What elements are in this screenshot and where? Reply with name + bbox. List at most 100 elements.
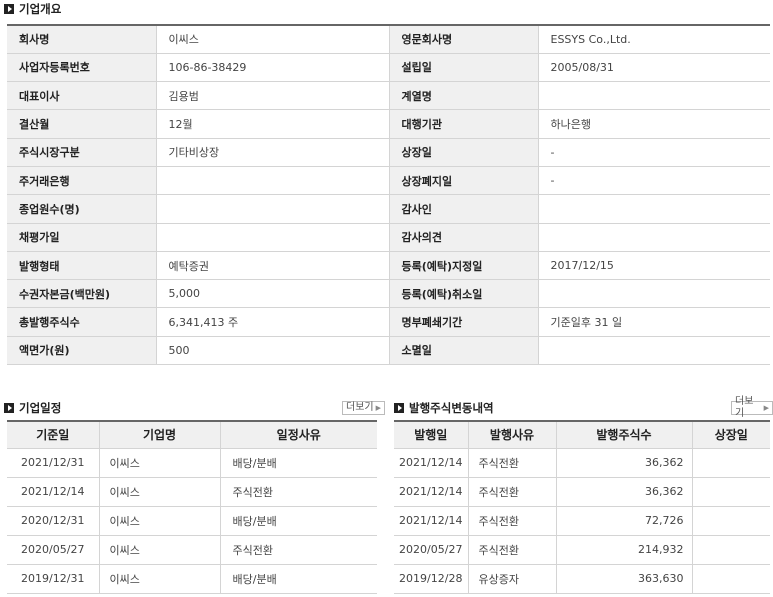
- overview-value: [155, 223, 389, 252]
- schedule-cell: 배당/분배: [219, 448, 377, 478]
- overview-label: 감사인: [388, 194, 538, 224]
- table-row: 2020/05/27 주식전환 214,932: [394, 535, 770, 565]
- schedule-cell: 이씨스: [98, 506, 220, 536]
- schedule-more-button[interactable]: 더보기 ▶: [342, 401, 385, 415]
- schedule-title-text: 기업일정: [19, 401, 62, 415]
- overview-row: 채평가일 감사의견: [7, 223, 770, 252]
- share-issuance-table: 발행일 발행사유 발행주식수 상장일 2021/12/14 주식전환 36,362 2021…: [394, 420, 770, 594]
- shares-cell: 주식전환: [467, 448, 556, 478]
- chevron-right-icon: ▶: [763, 404, 769, 412]
- overview-label: 회사명: [7, 25, 156, 54]
- schedule-section-title: 기업일정: [4, 400, 61, 416]
- section-bullet-icon: [4, 4, 14, 14]
- overview-value: 2017/12/15: [537, 251, 770, 281]
- overview-value: -: [537, 166, 770, 196]
- overview-label: 대표이사: [7, 81, 156, 111]
- shares-cell: 주식전환: [467, 535, 556, 565]
- table-row: 2020/12/31 이씨스 배당/분배: [7, 506, 377, 536]
- shares-cell: 214,932: [555, 535, 692, 565]
- shares-cell: 유상증자: [467, 564, 556, 594]
- shares-cell: 2021/12/14: [394, 448, 468, 478]
- overview-label: 주식시장구분: [7, 138, 156, 167]
- overview-row: 총발행주식수 6,341,413 주 명부폐쇄기간 기준일후 31 일: [7, 307, 770, 337]
- shares-cell: 2019/12/28: [394, 564, 468, 594]
- overview-label: 발행형태: [7, 251, 156, 281]
- shares-cell: 주식전환: [467, 477, 556, 507]
- overview-label: 대행기관: [388, 109, 538, 139]
- table-row: 2021/12/31 이씨스 배당/분배: [7, 448, 377, 478]
- shares-cell: 2020/05/27: [394, 535, 468, 565]
- shares-cell: [691, 535, 770, 565]
- overview-value: [537, 194, 770, 224]
- overview-value: 6,341,413 주: [155, 307, 389, 337]
- overview-value: 김용범: [155, 81, 389, 111]
- overview-value: 2005/08/31: [537, 53, 770, 83]
- overview-value: 기타비상장: [155, 138, 389, 167]
- overview-value: [155, 166, 389, 196]
- overview-value: -: [537, 138, 770, 167]
- overview-value: [155, 194, 389, 224]
- overview-label: 액면가(원): [7, 336, 156, 366]
- table-row: 2019/12/31 이씨스 배당/분배: [7, 564, 377, 594]
- overview-row: 종업원수(명) 감사인: [7, 194, 770, 224]
- overview-label: 종업원수(명): [7, 194, 156, 224]
- shares-cell: 36,362: [555, 448, 692, 478]
- shares-section-title: 발행주식변동내역: [394, 400, 494, 416]
- schedule-table: 기준일 기업명 일정사유 2021/12/31 이씨스 배당/분배 2021/12/14 이…: [7, 420, 377, 594]
- overview-row: 수권자본금(백만원) 5,000 등록(예탁)취소일: [7, 279, 770, 309]
- schedule-cell: 배당/분배: [219, 564, 377, 594]
- schedule-cell: 주식전환: [219, 535, 377, 565]
- table-row: 2021/12/14 이씨스 주식전환: [7, 477, 377, 507]
- schedule-cell: 2021/12/31: [7, 448, 99, 478]
- overview-label: 상장폐지일: [388, 166, 538, 196]
- overview-label: 소멸일: [388, 336, 538, 366]
- table-row: 2021/12/14 주식전환 72,726: [394, 506, 770, 536]
- table-row: 2020/05/27 이씨스 주식전환: [7, 535, 377, 565]
- overview-label: 사업자등록번호: [7, 53, 156, 83]
- overview-row: 발행형태 예탁증권 등록(예탁)지정일 2017/12/15: [7, 251, 770, 281]
- schedule-column-header: 기준일: [7, 421, 99, 449]
- overview-value: 하나은행: [537, 109, 770, 139]
- overview-value: 예탁증권: [155, 251, 389, 281]
- schedule-cell: 2019/12/31: [7, 564, 99, 594]
- shares-cell: 363,630: [555, 564, 692, 594]
- table-row: 2021/12/14 주식전환 36,362: [394, 477, 770, 507]
- shares-column-header: 상장일: [691, 421, 770, 449]
- shares-more-button[interactable]: 더보기 ▶: [731, 396, 773, 419]
- overview-value: 5,000: [155, 279, 389, 309]
- overview-label: 상장일: [388, 138, 538, 167]
- overview-value: ESSYS Co.,Ltd.: [537, 25, 770, 54]
- overview-value: [537, 223, 770, 252]
- section-bullet-icon: [394, 403, 404, 413]
- schedule-column-header: 기업명: [98, 421, 220, 449]
- overview-title-text: 기업개요: [19, 2, 62, 16]
- overview-value: 기준일후 31 일: [537, 307, 770, 337]
- table-row: 2021/12/14 주식전환 36,362: [394, 448, 770, 478]
- shares-cell: 주식전환: [467, 506, 556, 536]
- shares-column-header: 발행일: [394, 421, 468, 449]
- shares-cell: [691, 448, 770, 478]
- section-bullet-icon: [4, 403, 14, 413]
- shares-more-label: 더보기: [735, 396, 754, 419]
- overview-label: 명부폐쇄기간: [388, 307, 538, 337]
- table-row: 2019/12/28 유상증자 363,630: [394, 564, 770, 594]
- overview-value: 500: [155, 336, 389, 366]
- overview-label: 등록(예탁)취소일: [388, 279, 538, 309]
- overview-value: 106-86-38429: [155, 53, 389, 83]
- overview-label: 등록(예탁)지정일: [388, 251, 538, 281]
- shares-cell: 36,362: [555, 477, 692, 507]
- overview-label: 감사의견: [388, 223, 538, 252]
- overview-label: 주거래은행: [7, 166, 156, 196]
- company-overview-table: 회사명 이씨스 영문회사명 ESSYS Co.,Ltd. 사업자등록번호 106-86-3…: [7, 24, 770, 366]
- overview-label: 총발행주식수: [7, 307, 156, 337]
- overview-label: 수권자본금(백만원): [7, 279, 156, 309]
- shares-title-text: 발행주식변동내역: [409, 401, 494, 415]
- overview-value: 이씨스: [155, 25, 389, 54]
- overview-value: 12월: [155, 109, 389, 139]
- schedule-cell: 배당/분배: [219, 506, 377, 536]
- schedule-cell: 2020/05/27: [7, 535, 99, 565]
- schedule-cell: 이씨스: [98, 477, 220, 507]
- schedule-cell: 이씨스: [98, 448, 220, 478]
- overview-row: 주식시장구분 기타비상장 상장일 -: [7, 138, 770, 167]
- overview-value: [537, 279, 770, 309]
